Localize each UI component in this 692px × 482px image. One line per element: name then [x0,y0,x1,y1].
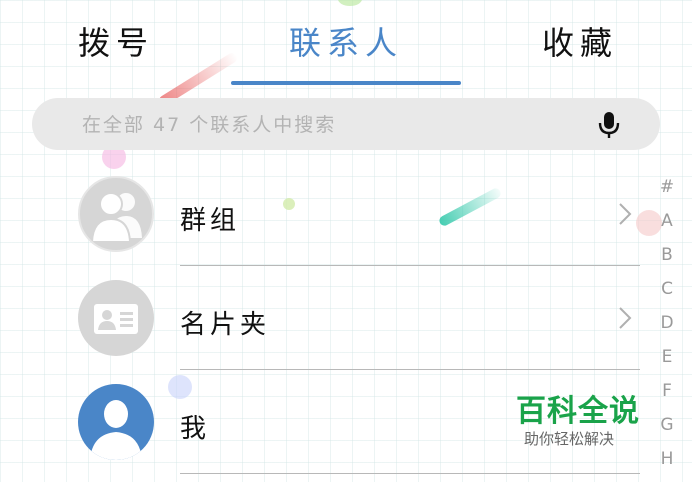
index-letter[interactable]: E [652,346,682,380]
row-divider [180,473,640,474]
active-tab-indicator [231,81,461,85]
chevron-right-icon [619,203,632,225]
user-avatar-icon [78,384,154,460]
index-letter[interactable]: B [652,244,682,278]
alphabet-index-bar[interactable]: # A B C D E F G H [652,176,682,482]
tab-dialer[interactable]: 拨号 [78,18,154,64]
list-item-label: 我 [180,414,211,444]
index-letter[interactable]: F [652,380,682,414]
index-letter[interactable]: A [652,210,682,244]
list-item-label: 群组 [180,206,241,236]
watermark-subtitle: 助你轻松解决 [524,430,615,448]
business-card-icon [78,280,154,356]
list-item-business-cards[interactable]: 名片夹 [0,266,692,370]
chevron-right-icon [619,307,632,329]
index-letter[interactable]: G [652,414,682,448]
tab-favorites[interactable]: 收藏 [542,18,618,64]
decor-dot-green [338,0,362,6]
microphone-icon[interactable] [598,112,620,138]
list-item-label: 名片夹 [180,310,271,340]
group-avatar-icon [78,176,154,252]
index-letter[interactable]: H [652,448,682,482]
index-letter[interactable]: # [652,176,682,210]
index-letter[interactable]: C [652,278,682,312]
search-input[interactable] [80,98,584,152]
search-bar[interactable] [32,98,660,152]
tab-contacts[interactable]: 联系人 [289,18,403,64]
index-letter[interactable]: D [652,312,682,346]
watermark-title: 百科全说 [516,394,640,429]
list-item-groups[interactable]: 群组 [0,162,692,266]
